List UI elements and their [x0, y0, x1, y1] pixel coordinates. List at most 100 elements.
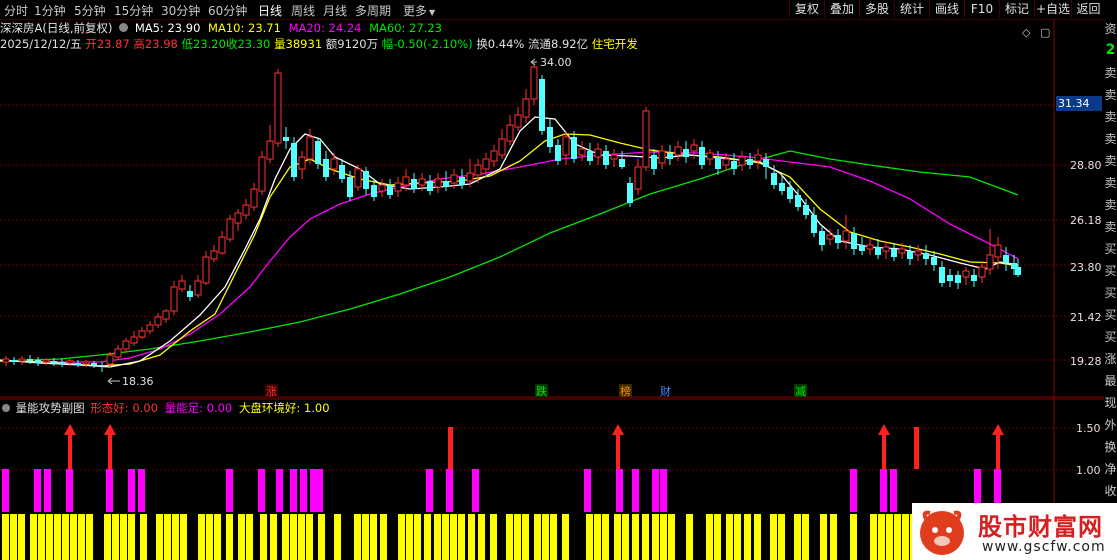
indicator-market-bar: [414, 514, 421, 560]
candle-body: [363, 171, 369, 189]
indicator-market-bar: [506, 514, 513, 560]
indicator-settings-icon[interactable]: [2, 404, 10, 412]
indicator-market-bar: [734, 514, 741, 560]
candle-body: [1015, 267, 1021, 275]
candle-body: [138, 330, 146, 338]
triangle-down-icon: ▼: [429, 8, 436, 17]
low-marker: 18.36: [107, 375, 154, 388]
indicator-market-bar: [870, 514, 877, 560]
tab-60min[interactable]: 60分钟: [208, 2, 247, 19]
candle-body: [434, 178, 442, 188]
indicator-volume-bar: [616, 469, 623, 512]
indicator-market-bar: [490, 514, 497, 560]
indicator-volume-bar: [106, 469, 113, 512]
event-marker-finance[interactable]: 财: [660, 384, 671, 398]
tab-multi-period[interactable]: 多周期: [355, 2, 391, 19]
tab-5min[interactable]: 5分钟: [74, 2, 106, 19]
candle-body: [931, 257, 937, 265]
f10-button[interactable]: F10: [964, 0, 999, 18]
indicator-volume-bar: [276, 469, 283, 512]
side-panel-label: 买: [1104, 242, 1117, 256]
candle-body: [506, 124, 514, 142]
event-marker-ranking[interactable]: 榜: [620, 384, 631, 398]
tab-30min[interactable]: 30分钟: [161, 2, 200, 19]
indicator-market-bar: [850, 514, 857, 560]
candle-body: [218, 236, 226, 254]
candle-body: [130, 336, 138, 344]
price-axis-label: 28.80: [1070, 159, 1102, 172]
event-marker-reduction[interactable]: 减: [795, 385, 806, 398]
tab-1min[interactable]: 1分钟: [34, 2, 66, 19]
candle-body: [122, 340, 130, 350]
indicator-market-bar: [318, 514, 325, 560]
candle-body: [619, 159, 625, 167]
indicator-market-bar: [778, 514, 785, 560]
indicator-market-bar: [306, 514, 313, 560]
indicator-volume-bar: [44, 469, 51, 512]
indicator-market-bar: [478, 514, 485, 560]
adjust-button[interactable]: 复权: [789, 0, 824, 18]
tab-monthly[interactable]: 月线: [323, 2, 347, 19]
kline-chart[interactable]: 28.80 26.18 23.80 21.42 19.28 1.50 1.00 …: [0, 19, 1104, 560]
mark-button[interactable]: 标记: [999, 0, 1034, 18]
indicator-signal-bar: [108, 431, 112, 469]
diamond-icon[interactable]: ◇: [1022, 26, 1031, 39]
candle-body: [754, 154, 762, 162]
indicator-market-bar: [180, 514, 187, 560]
candle-body: [562, 136, 570, 156]
event-marker-fall[interactable]: 跌: [536, 384, 547, 398]
tab-15min[interactable]: 15分钟: [114, 2, 153, 19]
candle-body: [266, 140, 274, 160]
side-panel-label: 收: [1104, 484, 1117, 498]
tab-weekly[interactable]: 周线: [291, 2, 315, 19]
add-watchlist-button[interactable]: +自选: [1034, 0, 1071, 18]
indicator-volume-bar: [880, 469, 887, 512]
multi-stock-button[interactable]: 多股: [859, 0, 894, 18]
overlay-button[interactable]: 叠加: [824, 0, 859, 18]
low-price-label: 18.36: [122, 375, 154, 388]
candle-body: [866, 244, 874, 250]
indicator-market-bar: [534, 514, 541, 560]
candle-body: [59, 362, 65, 364]
candle-body: [291, 143, 297, 177]
candle-body: [306, 136, 314, 160]
indicator-market-bar: [434, 514, 441, 560]
tab-intraday[interactable]: 分时: [4, 2, 28, 19]
candle-body: [923, 253, 929, 259]
square-icon[interactable]: ▢: [1040, 26, 1050, 39]
candle-body: [651, 155, 657, 169]
indicator-market-bar: [660, 514, 667, 560]
tab-daily[interactable]: 日线: [258, 2, 282, 19]
indicator-volume-bar: [472, 469, 479, 512]
candle-body: [170, 286, 178, 312]
candle-body: [731, 161, 737, 169]
candle-body: [522, 98, 530, 118]
event-marker-rise[interactable]: 涨: [266, 385, 277, 398]
stats-button[interactable]: 统计: [894, 0, 929, 18]
up-arrow-icon: [64, 424, 76, 435]
candle-body: [91, 363, 97, 365]
indicator-market-bar: [62, 514, 69, 560]
side-panel-label: 卖: [1104, 198, 1117, 212]
indicator-volume-bar: [316, 469, 323, 512]
indicator-market-bar: [290, 514, 297, 560]
candle-body: [283, 137, 289, 141]
indicator-market-bar: [652, 514, 659, 560]
current-price-tag: 31.34: [1056, 96, 1102, 111]
candle-body: [747, 159, 753, 165]
side-panel-label: 外: [1104, 418, 1117, 432]
indicator-volume-bar: [310, 469, 317, 512]
indicator-market-bar: [334, 514, 341, 560]
candle-body: [882, 246, 890, 252]
candle-body: [738, 156, 746, 166]
candle-body: [819, 231, 825, 245]
indicator-market-bar: [164, 514, 171, 560]
draw-line-button[interactable]: 画线: [929, 0, 964, 18]
indicator-market-bar: [270, 514, 277, 560]
tab-more[interactable]: 更多 ▼: [403, 2, 435, 19]
side-panel-label: 卖: [1104, 66, 1117, 80]
indicator-market-bar: [830, 514, 837, 560]
indicator-market-bar: [522, 514, 529, 560]
back-button[interactable]: 返回: [1071, 0, 1105, 18]
side-panel-label: 最: [1104, 374, 1117, 388]
